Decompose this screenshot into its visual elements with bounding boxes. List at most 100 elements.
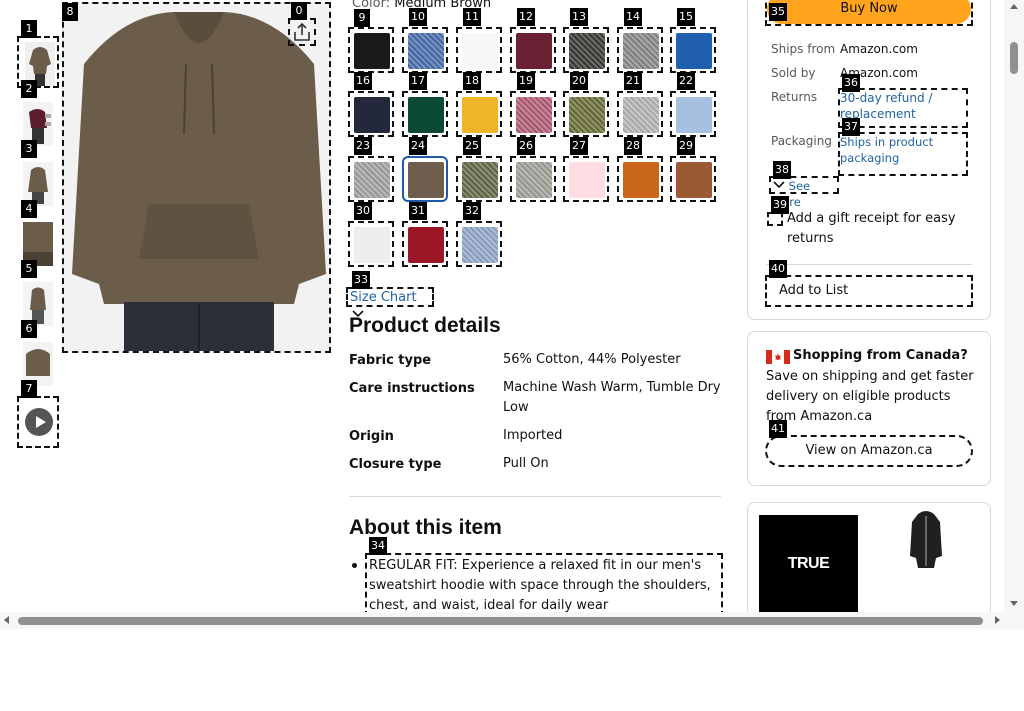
horizontal-scroll-thumb[interactable] <box>18 617 983 625</box>
detail-value: 56% Cotton, 44% Polyester <box>503 352 681 367</box>
canada-flag-icon <box>766 350 790 364</box>
swatch-color <box>676 162 712 198</box>
hoodie-image <box>64 4 329 351</box>
swatch[interactable] <box>402 27 448 73</box>
returns-label: Returns <box>771 90 818 104</box>
swatch-color <box>408 162 444 198</box>
bullet-icon <box>352 563 357 568</box>
swatch-color <box>623 162 659 198</box>
marker-label: 13 <box>570 8 588 26</box>
marker-label: 31 <box>409 202 427 220</box>
detail-value: Imported <box>503 428 563 443</box>
swatch-color <box>516 97 552 133</box>
swatch[interactable] <box>456 221 502 267</box>
swatch[interactable] <box>563 27 609 73</box>
marker-label: 29 <box>677 137 695 155</box>
swatch-color <box>516 162 552 198</box>
swatch[interactable] <box>456 91 502 137</box>
marker-label: 14 <box>624 8 642 26</box>
ad-product-image <box>910 511 942 568</box>
scroll-right-icon[interactable] <box>995 616 1000 624</box>
marker-label: 36 <box>842 74 860 92</box>
swatch[interactable] <box>402 91 448 137</box>
swatch-color <box>462 33 498 69</box>
swatch[interactable] <box>510 156 556 202</box>
swatch[interactable] <box>456 156 502 202</box>
chevron-down-icon <box>773 181 785 189</box>
detail-label: Care instructions <box>349 381 475 396</box>
sold-by-label: Sold by <box>771 66 816 80</box>
swatch-color <box>569 97 605 133</box>
marker-label: 20 <box>570 72 588 90</box>
swatch[interactable] <box>670 27 716 73</box>
detail-label: Origin <box>349 429 394 444</box>
marker-label: 21 <box>624 72 642 90</box>
scroll-down-icon[interactable] <box>1010 601 1018 606</box>
marker-label: 22 <box>677 72 695 90</box>
main-product-image[interactable] <box>62 2 331 353</box>
marker-label: 38 <box>773 161 791 179</box>
swatch[interactable] <box>563 91 609 137</box>
size-chart-link[interactable]: Size Chart <box>346 287 434 318</box>
marker-label: 3 <box>21 140 37 158</box>
swatch-color <box>408 227 444 263</box>
packaging-link[interactable]: Ships in product packaging <box>838 132 968 176</box>
marker-label: 23 <box>354 137 372 155</box>
swatch[interactable] <box>617 156 663 202</box>
marker-label: 37 <box>842 118 860 136</box>
marker-label: 2 <box>21 80 37 98</box>
swatch[interactable] <box>510 27 556 73</box>
swatch-color <box>462 227 498 263</box>
marker-label: 17 <box>409 72 427 90</box>
ships-from-label: Ships from <box>771 42 836 56</box>
swatch[interactable] <box>617 27 663 73</box>
swatch-color <box>354 162 390 198</box>
swatch[interactable] <box>563 156 609 202</box>
swatch-color <box>676 33 712 69</box>
vertical-scroll-thumb[interactable] <box>1010 42 1018 74</box>
swatch[interactable] <box>348 221 394 267</box>
scroll-up-icon[interactable] <box>1010 4 1018 9</box>
swatch[interactable] <box>402 221 448 267</box>
marker-label: 0 <box>291 2 307 20</box>
detail-label: Closure type <box>349 457 442 472</box>
about-bullet-1[interactable]: REGULAR FIT: Experience a relaxed fit in… <box>365 553 723 617</box>
swatch-color <box>408 97 444 133</box>
thumbnail-video[interactable] <box>17 396 59 448</box>
swatch[interactable] <box>670 91 716 137</box>
swatch[interactable] <box>348 91 394 137</box>
swatch-color <box>623 97 659 133</box>
gift-receipt-checkbox[interactable] <box>767 212 783 226</box>
swatch-color <box>462 97 498 133</box>
swatch-color <box>516 33 552 69</box>
marker-label: 7 <box>21 380 37 398</box>
marker-label: 12 <box>517 8 535 26</box>
add-to-list-button[interactable]: Add to List <box>765 275 973 307</box>
share-button[interactable] <box>288 18 316 46</box>
marker-label: 34 <box>369 537 387 555</box>
marker-label: 15 <box>677 8 695 26</box>
detail-value: Pull On <box>503 456 549 471</box>
swatch-color <box>408 33 444 69</box>
marker-label: 11 <box>463 8 481 26</box>
swatch[interactable] <box>617 91 663 137</box>
scroll-left-icon[interactable] <box>4 616 9 624</box>
vertical-scrollbar[interactable] <box>1004 0 1024 612</box>
marker-label: 25 <box>463 137 481 155</box>
swatch-selected[interactable] <box>402 156 448 202</box>
canada-title: Shopping from Canada? <box>793 348 968 363</box>
swatch[interactable] <box>348 27 394 73</box>
swatch[interactable] <box>348 156 394 202</box>
marker-label: 24 <box>409 137 427 155</box>
horizontal-scrollbar[interactable] <box>0 612 1024 629</box>
swatch-color <box>623 33 659 69</box>
swatch-color <box>462 162 498 198</box>
marker-label: 40 <box>769 260 787 278</box>
marker-label: 27 <box>570 137 588 155</box>
marker-label: 39 <box>771 196 789 214</box>
swatch[interactable] <box>456 27 502 73</box>
swatch[interactable] <box>510 91 556 137</box>
swatch[interactable] <box>670 156 716 202</box>
view-on-amazon-ca-button[interactable]: View on Amazon.ca <box>765 435 973 467</box>
marker-label: 18 <box>463 72 481 90</box>
